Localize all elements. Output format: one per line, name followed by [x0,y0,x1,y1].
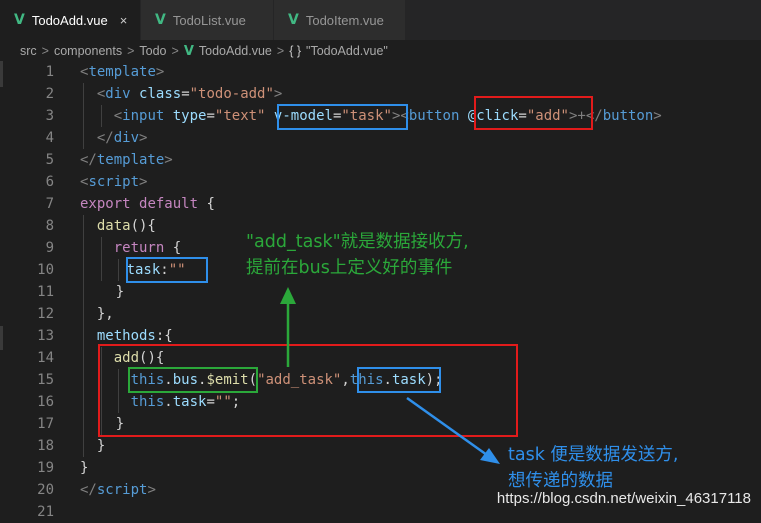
line-number: 7 [45,196,54,212]
line-number: 19 [37,460,54,476]
line-number: 2 [45,86,54,102]
line-number: 16 [37,394,54,410]
vue-file-icon: V [14,12,25,28]
line-number: 1 [45,64,54,80]
vue-file-icon: V [288,12,299,28]
braces-icon: { } [289,44,302,58]
task-arg-highlight-box [357,367,441,393]
line-number: 4 [45,130,54,146]
vue-file-icon: V [155,12,166,28]
line-number: 12 [37,306,54,322]
blue-annotation: task 便是数据发送方, 想传递的数据 [508,442,678,494]
code-line: 1 <template> [0,61,761,83]
line-number: 9 [45,240,54,256]
line-number: 3 [45,108,54,124]
line-number: 14 [37,350,54,366]
tab-label: TodoItem.vue [305,12,384,28]
chevron-right-icon: > [41,44,49,58]
tab-label: TodoList.vue [172,12,246,28]
tab-todoadd[interactable]: V TodoAdd.vue × [0,0,141,40]
chevron-right-icon: > [127,44,135,58]
click-highlight-box [474,96,593,130]
vue-file-icon: V [183,43,194,59]
code-line: 6 <script> [0,171,761,193]
task-data-highlight-box [126,257,208,283]
close-icon[interactable]: × [120,13,128,28]
breadcrumb-symbol[interactable]: "TodoAdd.vue" [306,44,388,58]
chevron-right-icon: > [171,44,179,58]
code-line: 4 </div> [0,127,761,149]
breadcrumb-item[interactable]: src [20,44,37,58]
breadcrumb-item[interactable]: Todo [139,44,166,58]
line-number: 13 [37,328,54,344]
code-line: 5 </template> [0,149,761,171]
line-number: 6 [45,174,54,190]
code-line: 7 export default { [0,193,761,215]
line-number: 15 [37,372,54,388]
breadcrumb-item[interactable]: components [54,44,122,58]
line-number: 10 [37,262,54,278]
breadcrumb-item[interactable]: TodoAdd.vue [199,44,272,58]
code-line: 2 <div class="todo-add"> [0,83,761,105]
chevron-right-icon: > [276,44,285,58]
tab-todoitem[interactable]: V TodoItem.vue [274,0,406,40]
watermark: https://blog.csdn.net/weixin_46317118 [496,490,751,507]
line-number: 17 [37,416,54,432]
v-model-highlight-box [277,104,408,130]
tab-todolist[interactable]: V TodoList.vue [141,0,274,40]
code-line: 12 }, [0,303,761,325]
annotation-line: 提前在bus上定义好的事件 [246,258,453,278]
code-line: 11 } [0,281,761,303]
tab-label: TodoAdd.vue [31,12,108,28]
emit-highlight-box [128,367,258,393]
green-annotation: "add_task"就是数据接收方, 提前在bus上定义好的事件 [246,229,469,281]
line-number: 5 [45,152,54,168]
annotation-line: "add_task"就是数据接收方, [246,232,469,252]
line-number: 18 [37,438,54,454]
line-number: 8 [45,218,54,234]
breadcrumb: src > components > Todo > V TodoAdd.vue … [0,40,761,62]
annotation-line: task 便是数据发送方, [508,445,679,465]
line-number: 11 [37,284,54,300]
editor-tab-bar: V TodoAdd.vue × V TodoList.vue V TodoIte… [0,0,761,40]
line-number: 20 [37,482,54,498]
